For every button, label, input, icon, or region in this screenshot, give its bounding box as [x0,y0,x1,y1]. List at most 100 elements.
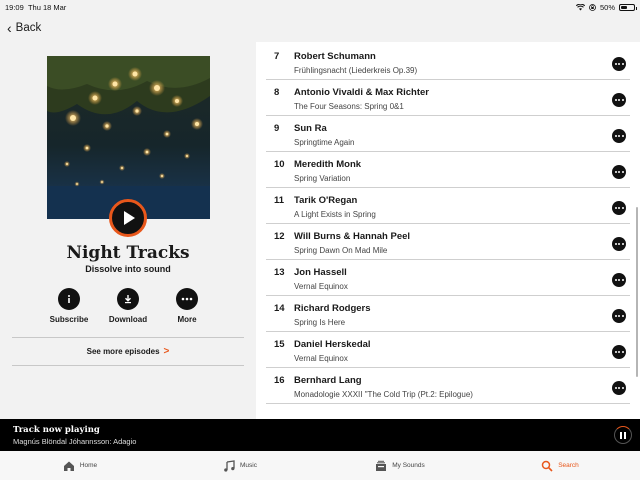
now-playing-label: Track now playing [13,425,100,435]
track-number: 11 [274,195,285,206]
track-row[interactable]: 11 Tarik O'Regan A Light Exists in Spring [266,188,630,224]
track-number: 16 [274,375,285,386]
track-title: Vernal Equinox [294,354,348,363]
download-label: Download [108,315,148,324]
play-icon [124,211,135,225]
track-row[interactable]: 16 Bernhard Lang Monadologie XXXII "The Co… [266,368,630,404]
track-artist: Will Burns & Hannah Peel [294,231,411,242]
download-icon [117,288,139,310]
track-row[interactable]: 13 Jon Hassell Vernal Equinox [266,260,630,296]
more-label: More [177,315,197,324]
tab-my-sounds-label: My Sounds [392,462,425,469]
more-options-icon[interactable] [612,57,626,71]
more-options-icon[interactable] [612,129,626,143]
tab-search[interactable]: Search [480,451,640,480]
show-panel: Night Tracks Dissolve into sound Subscri… [0,42,256,419]
subscribe-button[interactable]: Subscribe [40,288,98,324]
more-options-icon[interactable] [612,309,626,323]
back-button[interactable]: ‹ Back [0,14,640,42]
tab-search-label: Search [558,462,579,469]
more-button[interactable]: More [158,288,216,324]
track-number: 10 [274,159,285,170]
battery-icon [619,3,637,11]
track-artist: Sun Ra [294,123,327,134]
track-number: 13 [274,267,285,278]
info-icon [58,288,80,310]
track-row[interactable]: 15 Daniel Herskedal Vernal Equinox [266,332,630,368]
track-title: Spring Is Here [294,318,346,327]
tab-home[interactable]: Home [0,451,160,480]
show-actions: Subscribe Download More [40,288,216,324]
tab-home-label: Home [79,462,98,469]
track-title: Monadologie XXXII "The Cold Trip (Pt.2: … [294,390,473,399]
home-icon [63,461,74,471]
show-title: Night Tracks [66,243,190,263]
track-title: The Four Seasons: Spring 0&1 [294,102,404,111]
track-title: A Light Exists in Spring [294,210,376,219]
track-row[interactable]: 10 Meredith Monk Spring Variation [266,152,630,188]
search-icon [541,460,553,472]
track-artist: Tarik O'Regan [294,195,358,206]
track-artist: Richard Rodgers [294,303,371,314]
pause-button[interactable] [614,426,632,444]
show-subtitle: Dissolve into sound [85,264,171,274]
track-artist: Jon Hassell [294,267,347,278]
now-playing-track: Magnús Blöndal Jóhannsson: Adagio [13,437,137,446]
track-row[interactable]: 9 Sun Ra Springtime Again [266,116,630,152]
more-options-icon[interactable] [612,273,626,287]
status-time: 19:09 [5,2,24,12]
track-number: 12 [274,231,285,242]
track-title: Spring Dawn On Mad Mile [294,246,388,255]
track-row[interactable]: 7 Robert Schumann Frühlingsnacht (Liederkr… [266,44,630,80]
subscribe-label: Subscribe [49,315,89,324]
pause-icon [620,431,622,439]
my-sounds-icon [376,460,387,471]
orientation-lock-icon [589,3,596,11]
see-more-label: See more episodes [86,347,160,356]
divider [12,337,244,338]
play-button[interactable] [109,199,147,237]
track-number: 9 [274,123,280,134]
track-artist: Robert Schumann [294,51,376,62]
tab-my-sounds[interactable]: My Sounds [320,451,480,480]
track-title: Frühlingsnacht (Liederkreis Op.39) [294,66,418,75]
battery-percent: 50% [599,2,615,12]
track-title: Springtime Again [294,138,355,147]
tab-music[interactable]: Music [160,451,320,480]
track-title: Spring Variation [294,174,351,183]
more-options-icon[interactable] [612,93,626,107]
track-artist: Bernhard Lang [294,375,362,386]
track-artist: Meredith Monk [294,159,362,170]
track-row[interactable]: 14 Richard Rodgers Spring Is Here [266,296,630,332]
chevron-right-icon: > [163,346,170,357]
status-bar: 19:09 Thu 18 Mar 50% [0,0,640,14]
music-note-icon [224,459,235,472]
battery-fill [621,5,627,9]
tracklist: 7 Robert Schumann Frühlingsnacht (Liederkr… [256,42,640,419]
track-title: Vernal Equinox [294,282,348,291]
track-artist: Antonio Vivaldi & Max Richter [294,87,429,98]
chevron-left-icon: ‹ [7,20,12,36]
show-artwork [47,56,210,219]
more-options-icon[interactable] [612,237,626,251]
see-more-episodes-link[interactable]: See more episodes > [0,346,256,357]
track-artist: Daniel Herskedal [294,339,371,350]
status-time-date: 19:09 Thu 18 Mar [5,3,66,12]
track-row[interactable]: 8 Antonio Vivaldi & Max Richter The Four S… [266,80,630,116]
track-row[interactable]: 12 Will Burns & Hannah Peel Spring Dawn On… [266,224,630,260]
more-icon [176,288,198,310]
track-number: 14 [274,303,285,314]
track-number: 15 [274,339,285,350]
more-options-icon[interactable] [612,381,626,395]
more-options-icon[interactable] [612,201,626,215]
now-playing-bar[interactable]: Track now playing Magnús Blöndal Jóhanns… [0,419,640,451]
more-options-icon[interactable] [612,345,626,359]
lanterns-image [47,56,210,219]
status-date: Thu 18 Mar [27,2,67,12]
download-button[interactable]: Download [99,288,157,324]
more-options-icon[interactable] [612,165,626,179]
scrollbar[interactable] [636,207,638,377]
status-indicators: 50% [575,2,637,12]
divider [12,365,244,366]
wifi-icon [575,3,585,10]
